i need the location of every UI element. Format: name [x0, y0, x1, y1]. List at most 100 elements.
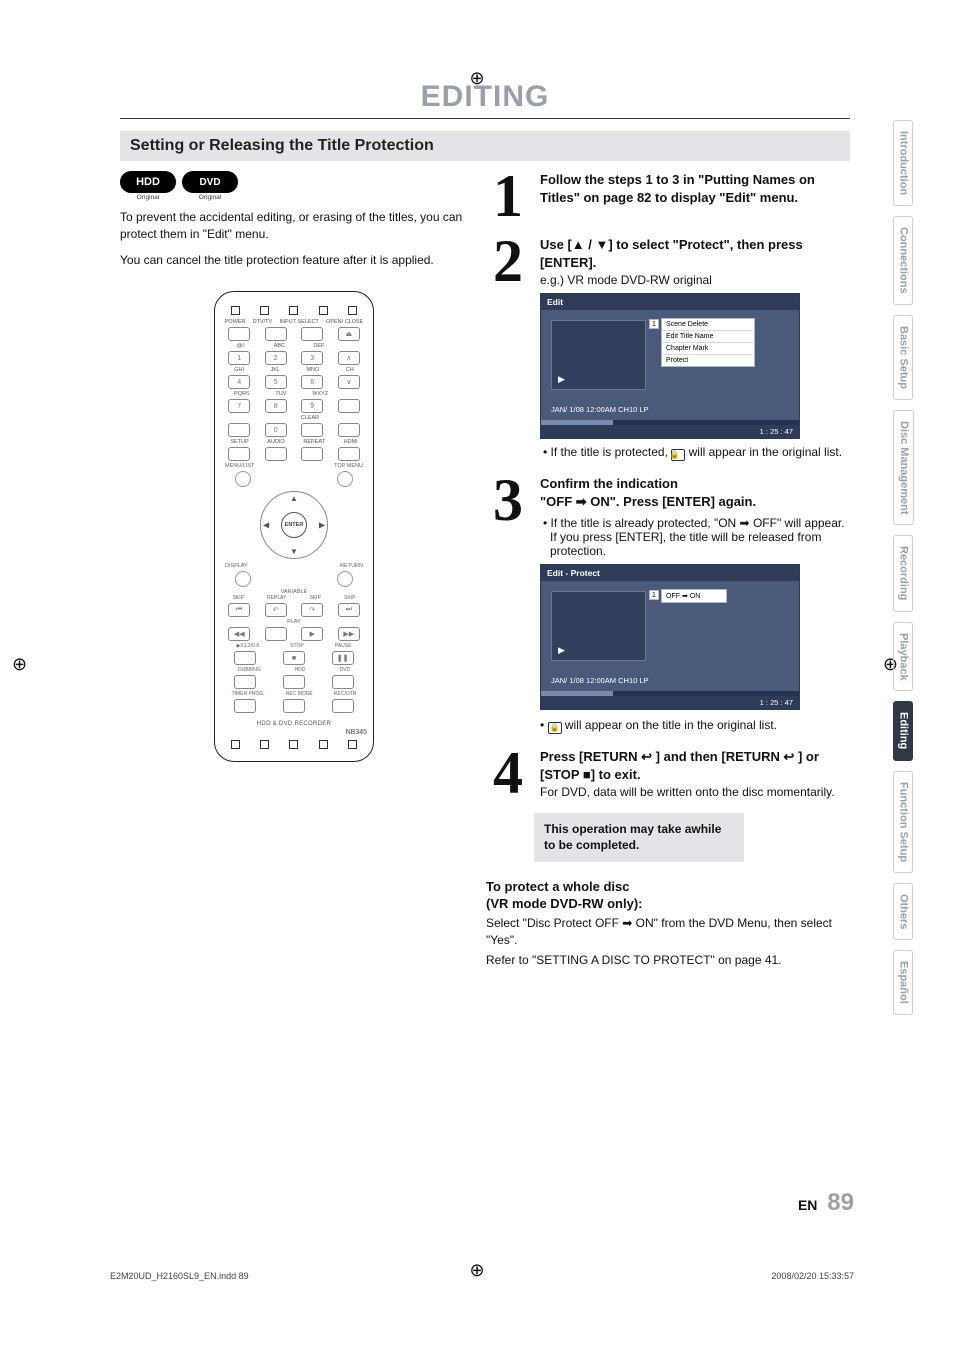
remote-repeat: REPEAT [303, 439, 325, 445]
remote-return-button [337, 571, 353, 587]
step1-text: Follow the steps 1 to 3 in "Putting Name… [540, 171, 850, 206]
remote-hdd-lbl: HDD [295, 667, 306, 673]
play-icon-2: ▶ [558, 645, 565, 656]
remote-stop-icon: ■ [283, 651, 305, 665]
osd-title-number: 1 [649, 319, 659, 329]
step2-lead: Use [▲ / ▼] to select "Protect", then pr… [540, 236, 850, 271]
remote-num-0: 0 [265, 423, 287, 437]
divider [120, 118, 850, 119]
remote-left-arrow-icon: ◀ [263, 521, 269, 530]
remote-fwd-icon: ▶▶ [338, 627, 360, 641]
remote-model: NB345 [221, 729, 367, 736]
page-number: EN 89 [798, 1189, 854, 1217]
remote-menulist-button [235, 471, 251, 487]
osd-preview-thumbnail: ▶ [551, 320, 646, 390]
osd-edit-menu: Scene Delete Edit Title Name Chapter Mar… [661, 318, 755, 367]
remote-setup: SETUP [230, 439, 248, 445]
remote-label-power: POWER [225, 319, 246, 325]
step3-lead1: Confirm the indication [540, 475, 850, 493]
tab-function-setup[interactable]: Function Setup [893, 771, 913, 873]
remote-footer: HDD & DVD RECORDER [221, 721, 367, 727]
remote-label-input: INPUT SELECT [279, 319, 318, 325]
tab-espanol[interactable]: Español [893, 950, 913, 1015]
step-number-1: 1 [486, 171, 530, 222]
tab-basic-setup[interactable]: Basic Setup [893, 315, 913, 400]
step2-bullet-text-b: will appear in the original list. [689, 445, 842, 459]
intro-paragraph-1: To prevent the accidental editing, or er… [120, 209, 468, 244]
osd-menu-edit-title: Edit Title Name [662, 330, 754, 342]
remote-ghi-3: MNO [306, 367, 319, 373]
remote-up-arrow-icon: ▲ [290, 494, 298, 503]
footer-timestamp: 2008/02/20 15:33:57 [771, 1271, 854, 1281]
remote-control-illustration: POWER DTV/TV INPUT SELECT OPEN/ CLOSE ⏏ … [214, 291, 374, 762]
osd-preview-thumbnail-2: ▶ [551, 591, 646, 661]
remote-num-3: 3 [301, 351, 323, 365]
step2-bullet: If the title is protected, 🔒 will appear… [540, 445, 850, 461]
footer-filename: E2M20UD_H2160SL9_EN.indd 89 [110, 1271, 249, 1281]
protect-lock-icon: 🔒 [671, 449, 685, 461]
remote-recotr: REC/OTR [334, 691, 357, 697]
step3-lead2: "OFF ➡ ON". Press [ENTER] again. [540, 493, 850, 511]
osd-protect-toggle: OFF ➡ ON [661, 589, 727, 603]
print-crop-mark-bottom-icon: ⊕ [469, 1260, 484, 1281]
remote-next-icon: ⏭ [338, 603, 360, 617]
remote-num-5: 5 [265, 375, 287, 389]
osd-menu-chapter-mark: Chapter Mark [662, 342, 754, 354]
tab-disc-management[interactable]: Disc Management [893, 410, 914, 526]
hdd-badge: HDD [120, 171, 176, 193]
tab-connections[interactable]: Connections [893, 216, 913, 305]
dvd-badge: DVD [182, 171, 238, 193]
side-tabs: Introduction Connections Basic Setup Dis… [893, 120, 914, 1015]
remote-display: DISPLAY [225, 563, 248, 569]
whole-disc-head1: To protect a whole disc [486, 878, 850, 896]
remote-label-open: OPEN/ CLOSE [326, 319, 363, 325]
step3-bullet2-text: will appear on the title in the original… [565, 718, 777, 732]
remote-clear: CLEAR [301, 415, 319, 421]
remote-prev-icon: ⏮ [228, 603, 250, 617]
osd-progress-bar-2 [541, 691, 799, 696]
step-number-3: 3 [486, 475, 530, 734]
step2-bullet-text-a: If the title is protected, [551, 445, 672, 459]
remote-abc-1: .@/: [235, 343, 245, 349]
remote-rev-icon: ◀◀ [228, 627, 250, 641]
remote-nav-ring: ▲ ▼ ◀ ▶ ENTER [260, 491, 328, 559]
play-icon: ▶ [558, 374, 565, 385]
osd-status-line: JAN/ 1/08 12:00AM CH10 LP [551, 405, 649, 414]
tab-playback[interactable]: Playback [893, 622, 913, 692]
step2-sub: e.g.) VR mode DVD-RW original [540, 273, 850, 287]
osd-progress-bar [541, 420, 799, 425]
remote-dubbing: DUBBING [238, 667, 261, 673]
tab-recording[interactable]: Recording [893, 535, 913, 611]
note-box: This operation may take awhile to be com… [534, 813, 744, 861]
remote-pause-icon: ❚❚ [332, 651, 354, 665]
remote-speed: ▶X1.3/0.8 [237, 643, 259, 649]
osd-menu-protect: Protect [662, 354, 754, 366]
step4-lead: Press [RETURN ↩ ] and then [RETURN ↩ ] o… [540, 748, 850, 783]
remote-label-dtvtv: DTV/TV [253, 319, 273, 325]
whole-disc-p1: Select "Disc Protect OFF ➡ ON" from the … [486, 915, 850, 950]
dvd-badge-sublabel-2: Original [182, 194, 238, 201]
remote-pqrs-1: PQRS [234, 391, 250, 397]
step4-sub: For DVD, data will be written onto the d… [540, 785, 850, 799]
osd-edit-screen: Edit ▶ 1 Scene Delete Edit Title Name Ch… [540, 293, 800, 439]
remote-dvd-lbl: DVD [339, 667, 350, 673]
step-number-2: 2 [486, 236, 530, 461]
print-crop-mark-left-icon: ⊕ [12, 654, 27, 675]
step3-bullet1: If the title is already protected, "ON ➡… [540, 516, 850, 558]
tab-editing[interactable]: Editing [893, 701, 913, 760]
remote-skip-r: SKIP [344, 595, 355, 601]
whole-disc-head2: (VR mode DVD-RW only): [486, 895, 850, 913]
remote-pqrs-2: TUV [275, 391, 286, 397]
tab-others[interactable]: Others [893, 883, 913, 940]
remote-display-button [235, 571, 251, 587]
whole-disc-p2: Refer to "SETTING A DISC TO PROTECT" on … [486, 952, 850, 969]
remote-abc-3: DEF [313, 343, 324, 349]
remote-timer: TIMER PROG. [232, 691, 265, 697]
tab-introduction[interactable]: Introduction [893, 120, 913, 206]
page-number-en: EN [798, 1197, 817, 1213]
remote-pqrs-3: WXYZ [312, 391, 328, 397]
osd-protect-title: Edit - Protect [541, 565, 799, 581]
remote-abc-2: ABC [274, 343, 285, 349]
osd-title-number-2: 1 [649, 590, 659, 600]
remote-return: RETURN [340, 563, 363, 569]
